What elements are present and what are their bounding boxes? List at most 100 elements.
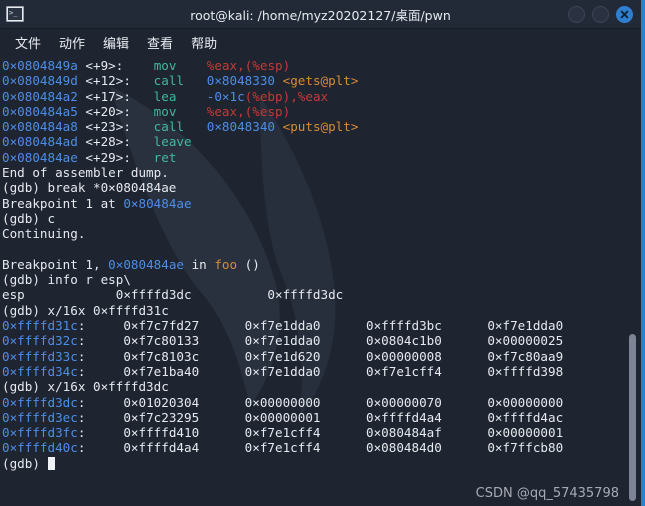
terminal-window: root@kali: /home/myz20202127/桌面/pwn 文件 动…	[0, 0, 645, 506]
breakpoint-hit-in: in	[183, 256, 215, 272]
memory-word: 0×ffffd3bc	[366, 318, 442, 334]
memory-word: 0×00000070	[366, 394, 442, 410]
memory-word: 0×f7e1ba40	[123, 363, 200, 379]
memory-word: 0×f7e1cff4	[244, 440, 321, 456]
disasm-mnemonic: lea	[153, 88, 177, 104]
terminal-output[interactable]: 0×0804849a <+9>: mov %eax,(%esp) 0×08048…	[0, 56, 641, 506]
disasm-offset: <+17>:	[85, 88, 131, 104]
memory-word: 0×f7c80aa9	[487, 348, 564, 364]
memory-word: 0×080484af	[366, 425, 442, 441]
memory-row-address: 0×ffffd33c	[2, 348, 78, 364]
memory-row-colon: :	[77, 394, 86, 410]
disasm-mnemonic: leave	[153, 134, 192, 150]
disasm-operand-2: %eax	[297, 88, 329, 104]
memory-word: 0×f7c23295	[123, 409, 200, 425]
memory-row-address: 0×ffffd32c	[2, 333, 78, 349]
esp-register-dec: 0×ffffd3dc	[267, 287, 344, 303]
examine-command-2: (gdb) x/16x 0×ffffd3dc	[2, 379, 169, 395]
memory-word: 0×00000008	[366, 348, 442, 364]
disasm-address: 0×080484a2	[2, 88, 78, 104]
end-of-dump-message: End of assembler dump.	[2, 165, 169, 181]
menubar: 文件 动作 编辑 查看 帮助	[0, 29, 641, 56]
memory-word: 0×f7c80133	[123, 333, 200, 349]
disasm-offset: <+23>:	[85, 119, 131, 135]
memory-row-address: 0×ffffd31c	[2, 318, 78, 334]
disasm-mnemonic: ret	[153, 149, 177, 165]
disasm-address: 0×080484a8	[2, 119, 78, 135]
disasm-mnemonic: call	[153, 119, 185, 135]
memory-row-colon: :	[77, 409, 86, 425]
prompt-label: (gdb)	[2, 455, 48, 471]
memory-row-address: 0×ffffd3fc	[2, 425, 78, 441]
disasm-line: 0×080484a8 <+23>: call 0×8048340 <puts@p…	[2, 119, 641, 134]
memory-row-colon: :	[77, 318, 86, 334]
window-title: root@kali: /home/myz20202127/桌面/pwn	[190, 7, 451, 23]
disasm-line: 0×080484a5 <+20>: mov %eax,(%esp)	[2, 104, 641, 119]
info-register-command: (gdb) info r esp\	[2, 272, 131, 288]
disasm-mnemonic: call	[153, 73, 185, 89]
memory-row-colon: :	[77, 363, 86, 379]
menu-item-edit[interactable]: 编辑	[96, 31, 136, 54]
breakpoint-hit-function: foo	[214, 256, 238, 272]
disasm-symbol: <puts@plt>	[282, 119, 359, 135]
memory-word: 0×00000001	[487, 425, 564, 441]
disasm-displacement: -0×1c	[206, 88, 245, 104]
memory-row-address: 0×ffffd3ec	[2, 409, 78, 425]
breakpoint-hit-address: 0×080484ae	[108, 256, 184, 272]
memory-row: 0×ffffd32c: 0×f7c80133 0×f7e1dda0 0×0804…	[2, 333, 641, 348]
breakpoint-hit-message: Breakpoint 1, 0×080484ae in foo ()	[2, 257, 641, 272]
esp-register-name: esp	[2, 287, 25, 303]
memory-row-address: 0×ffffd3dc	[2, 394, 78, 410]
continue-command: (gdb) c	[2, 210, 56, 226]
memory-row-colon: :	[77, 348, 86, 364]
disasm-line: 0×080484ad <+28>: leave	[2, 134, 641, 149]
close-button[interactable]	[616, 5, 633, 23]
close-icon	[620, 10, 629, 18]
minimize-button[interactable]	[568, 5, 585, 23]
disasm-operand-2: (%esp)	[244, 103, 291, 119]
memory-word: 0×080484d0	[366, 440, 442, 456]
break-command: (gdb) break *0×080484ae	[2, 180, 177, 196]
memory-word: 0×f7e1cff4	[244, 425, 321, 441]
disasm-address: 0×0804849d	[2, 73, 78, 89]
memory-word: 0×0804c1b0	[366, 333, 442, 349]
memory-word: 0×00000000	[487, 394, 564, 410]
memory-row-colon: :	[77, 425, 86, 441]
menu-item-help[interactable]: 帮助	[184, 31, 224, 54]
disasm-line: 0×080484ae <+29>: ret	[2, 150, 641, 165]
memory-word: 0×f7e1cff4	[366, 363, 442, 379]
disasm-separator: ,	[237, 58, 245, 73]
disasm-call-target: 0×8048340	[206, 119, 276, 135]
command-prompt-line[interactable]: (gdb)	[2, 456, 641, 471]
memory-row: 0×ffffd3ec: 0×f7c23295 0×00000001 0×ffff…	[2, 410, 641, 425]
terminal-scrollbar[interactable]	[628, 56, 637, 506]
memory-row-colon: :	[77, 440, 86, 456]
titlebar[interactable]: root@kali: /home/myz20202127/桌面/pwn	[0, 0, 641, 29]
memory-word: 0×f7c7fd27	[123, 318, 200, 334]
disasm-offset: <+20>:	[85, 103, 131, 119]
memory-word: 0×f7e1dda0	[244, 318, 321, 334]
disasm-offset: <+9>:	[85, 58, 124, 73]
disasm-address: 0×080484ae	[2, 149, 78, 165]
disasm-line: 0×0804849a <+9>: mov %eax,(%esp)	[2, 58, 641, 73]
disasm-operand-1: %eax	[206, 58, 238, 73]
disasm-line: 0×080484a2 <+17>: lea -0×1c(%ebp),%eax	[2, 89, 641, 104]
menu-item-view[interactable]: 查看	[140, 31, 180, 54]
memory-word: 0×f7ffcb80	[487, 440, 564, 456]
menu-item-file[interactable]: 文件	[8, 31, 48, 54]
disasm-separator: ,	[237, 103, 245, 119]
memory-word: 0×ffffd4a4	[366, 409, 442, 425]
disasm-offset: <+28>:	[85, 134, 131, 150]
scrollbar-thumb[interactable]	[629, 334, 636, 501]
disasm-operand-1: (%ebp)	[244, 88, 291, 104]
maximize-button[interactable]	[592, 5, 609, 23]
continuing-message: Continuing.	[2, 226, 86, 242]
esp-register-hex: 0×ffffd3dc	[115, 287, 192, 303]
breakpoint-address: 0×80484ae	[123, 195, 192, 211]
menu-item-actions[interactable]: 动作	[52, 31, 92, 54]
memory-word: 0×ffffd398	[487, 363, 564, 379]
disasm-separator: ,	[290, 88, 298, 104]
esp-register-row: esp 0×ffffd3dc 0×ffffd3dc	[2, 287, 641, 302]
disasm-call-target: 0×8048330	[206, 73, 276, 89]
memory-row: 0×ffffd40c: 0×ffffd4a4 0×f7e1cff4 0×0804…	[2, 440, 641, 455]
